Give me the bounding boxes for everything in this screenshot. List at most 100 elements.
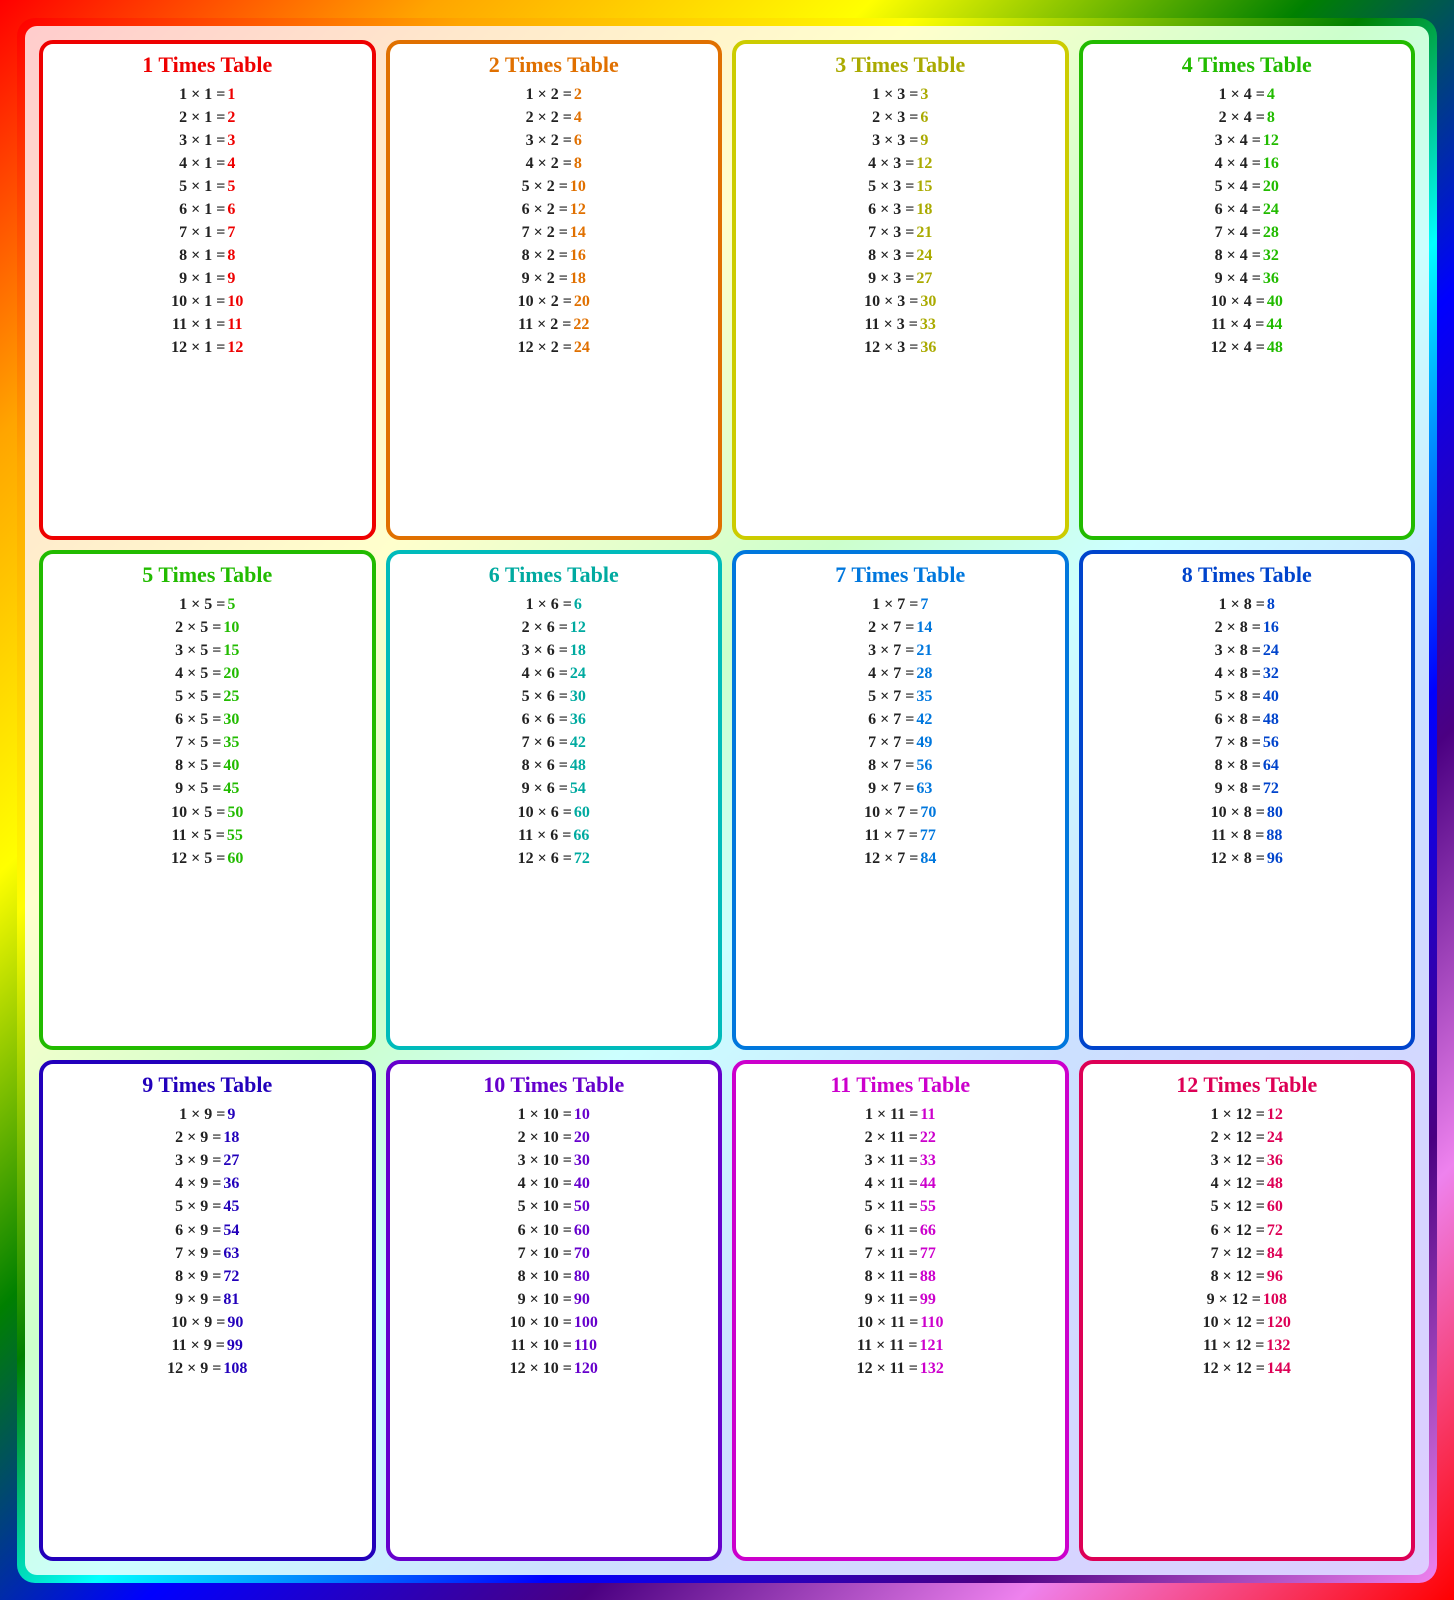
result-value: 42 <box>570 732 586 754</box>
table-row: 4 × 11 = 44 <box>746 1173 1055 1195</box>
table-row: 7 × 12 = 84 <box>1093 1243 1402 1265</box>
result-value: 36 <box>1263 268 1279 290</box>
table-row: 8 × 11 = 88 <box>746 1266 1055 1288</box>
equation-part: 12 × 2 = <box>518 337 572 359</box>
result-value: 1 <box>227 84 235 106</box>
equation-part: 2 × 2 = <box>526 107 572 129</box>
equation-part: 7 × 12 = <box>1211 1243 1265 1265</box>
equation-part: 6 × 8 = <box>1215 709 1261 731</box>
table-row: 2 × 2 = 4 <box>400 107 709 129</box>
equation-part: 4 × 11 = <box>865 1173 918 1195</box>
table-row: 3 × 1 = 3 <box>53 130 362 152</box>
table-row: 9 × 4 = 36 <box>1093 268 1402 290</box>
result-value: 72 <box>574 848 590 870</box>
result-value: 72 <box>1267 1220 1283 1242</box>
table-row: 9 × 2 = 18 <box>400 268 709 290</box>
result-value: 6 <box>574 130 582 152</box>
equation-part: 3 × 6 = <box>522 640 568 662</box>
table-rows-11: 1 × 11 = 112 × 11 = 223 × 11 = 334 × 11 … <box>746 1104 1055 1380</box>
table-row: 10 × 12 = 120 <box>1093 1312 1402 1334</box>
table-title-11: 11 Times Table <box>830 1072 970 1098</box>
table-row: 6 × 4 = 24 <box>1093 199 1402 221</box>
equation-part: 10 × 2 = <box>518 291 572 313</box>
table-row: 6 × 6 = 36 <box>400 709 709 731</box>
table-row: 1 × 10 = 10 <box>400 1104 709 1126</box>
result-value: 40 <box>1263 686 1279 708</box>
result-value: 96 <box>1267 1266 1283 1288</box>
result-value: 20 <box>574 291 590 313</box>
table-row: 12 × 10 = 120 <box>400 1358 709 1380</box>
equation-part: 7 × 5 = <box>175 732 221 754</box>
table-row: 7 × 5 = 35 <box>53 732 362 754</box>
table-row: 1 × 2 = 2 <box>400 84 709 106</box>
result-value: 90 <box>574 1289 590 1311</box>
equation-part: 2 × 6 = <box>522 617 568 639</box>
table-row: 6 × 1 = 6 <box>53 199 362 221</box>
equation-part: 10 × 9 = <box>171 1312 225 1334</box>
table-title-7: 7 Times Table <box>835 562 965 588</box>
equation-part: 3 × 9 = <box>175 1150 221 1172</box>
equation-part: 5 × 3 = <box>868 176 914 198</box>
table-row: 6 × 12 = 72 <box>1093 1220 1402 1242</box>
equation-part: 1 × 2 = <box>526 84 572 106</box>
table-row: 6 × 7 = 42 <box>746 709 1055 731</box>
table-row: 6 × 2 = 12 <box>400 199 709 221</box>
equation-part: 3 × 8 = <box>1215 640 1261 662</box>
result-value: 7 <box>920 594 928 616</box>
equation-part: 6 × 9 = <box>175 1220 221 1242</box>
result-value: 36 <box>223 1173 239 1195</box>
equation-part: 6 × 1 = <box>179 199 225 221</box>
result-value: 21 <box>916 222 932 244</box>
equation-part: 5 × 6 = <box>522 686 568 708</box>
equation-part: 12 × 10 = <box>510 1358 572 1380</box>
result-value: 10 <box>223 617 239 639</box>
equation-part: 6 × 5 = <box>175 709 221 731</box>
equation-part: 7 × 8 = <box>1215 732 1261 754</box>
equation-part: 9 × 5 = <box>175 778 221 800</box>
equation-part: 9 × 11 = <box>865 1289 918 1311</box>
result-value: 77 <box>920 1243 936 1265</box>
table-title-12: 12 Times Table <box>1176 1072 1317 1098</box>
equation-part: 6 × 12 = <box>1211 1220 1265 1242</box>
table-row: 2 × 1 = 2 <box>53 107 362 129</box>
table-row: 1 × 12 = 12 <box>1093 1104 1402 1126</box>
table-row: 1 × 6 = 6 <box>400 594 709 616</box>
equation-part: 5 × 7 = <box>868 686 914 708</box>
result-value: 108 <box>223 1358 247 1380</box>
table-row: 3 × 3 = 9 <box>746 130 1055 152</box>
table-row: 5 × 2 = 10 <box>400 176 709 198</box>
table-row: 11 × 2 = 22 <box>400 314 709 336</box>
table-row: 7 × 7 = 49 <box>746 732 1055 754</box>
equation-part: 10 × 3 = <box>864 291 918 313</box>
table-row: 4 × 4 = 16 <box>1093 153 1402 175</box>
table-row: 1 × 5 = 5 <box>53 594 362 616</box>
table-title-1: 1 Times Table <box>142 52 272 78</box>
result-value: 77 <box>920 825 936 847</box>
table-row: 4 × 2 = 8 <box>400 153 709 175</box>
equation-part: 9 × 1 = <box>179 268 225 290</box>
equation-part: 2 × 11 = <box>865 1127 918 1149</box>
equation-part: 3 × 10 = <box>518 1150 572 1172</box>
table-row: 5 × 8 = 40 <box>1093 686 1402 708</box>
result-value: 63 <box>916 778 932 800</box>
result-value: 2 <box>227 107 235 129</box>
table-row: 7 × 2 = 14 <box>400 222 709 244</box>
result-value: 132 <box>920 1358 944 1380</box>
equation-part: 9 × 2 = <box>522 268 568 290</box>
result-value: 24 <box>1263 640 1279 662</box>
result-value: 99 <box>920 1289 936 1311</box>
table-row: 8 × 6 = 48 <box>400 755 709 777</box>
table-card-8: 8 Times Table1 × 8 = 82 × 8 = 163 × 8 = … <box>1079 550 1416 1050</box>
result-value: 8 <box>1267 107 1275 129</box>
table-row: 12 × 1 = 12 <box>53 337 362 359</box>
result-value: 42 <box>916 709 932 731</box>
table-row: 6 × 9 = 54 <box>53 1220 362 1242</box>
table-row: 10 × 4 = 40 <box>1093 291 1402 313</box>
table-row: 10 × 6 = 60 <box>400 802 709 824</box>
result-value: 28 <box>916 663 932 685</box>
table-row: 7 × 6 = 42 <box>400 732 709 754</box>
equation-part: 6 × 6 = <box>522 709 568 731</box>
table-title-10: 10 Times Table <box>483 1072 624 1098</box>
table-row: 11 × 3 = 33 <box>746 314 1055 336</box>
result-value: 60 <box>574 1220 590 1242</box>
